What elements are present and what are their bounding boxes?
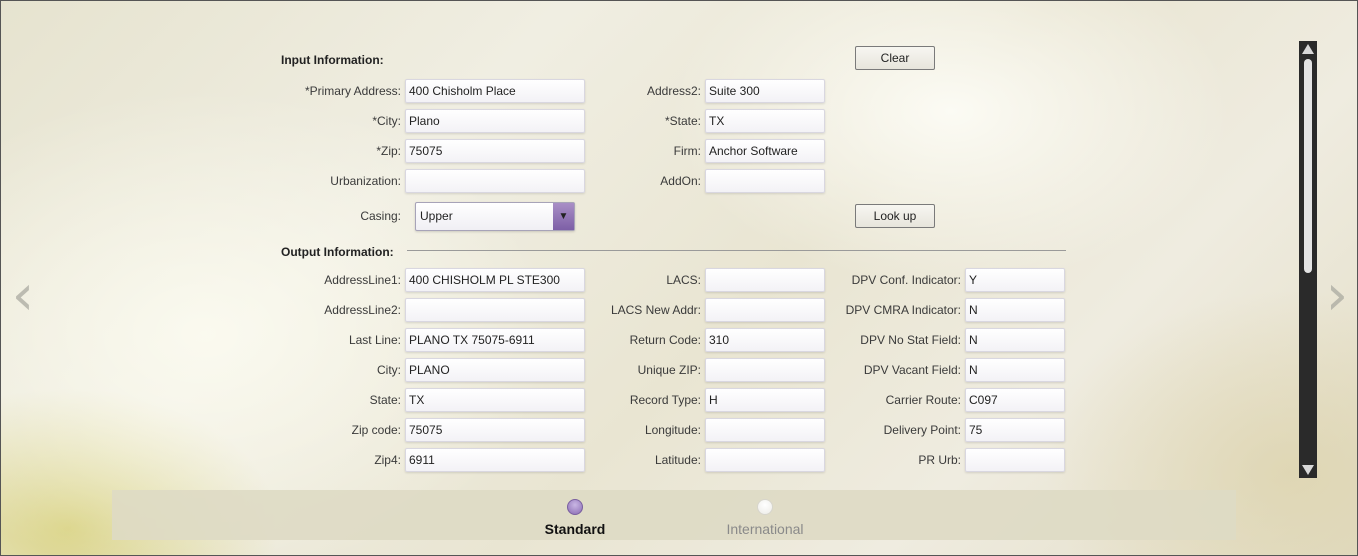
output-field-label: AddressLine2: <box>324 303 401 317</box>
output-field-value[interactable]: C097 <box>965 388 1065 412</box>
scroll-down-icon[interactable] <box>1302 465 1314 475</box>
footer-tab-bar <box>112 490 1236 540</box>
addon-label: AddOn: <box>660 174 701 188</box>
address2-input[interactable]: Suite 300 <box>705 79 825 103</box>
casing-selected-value: Upper <box>420 209 453 223</box>
output-field-label: Carrier Route: <box>885 393 961 407</box>
output-field-value[interactable]: 75 <box>965 418 1065 442</box>
section-divider <box>407 250 1066 251</box>
primary-address-input[interactable]: 400 Chisholm Place <box>405 79 585 103</box>
primary-address-label: *Primary Address: <box>304 84 401 98</box>
output-field-value[interactable]: N <box>965 358 1065 382</box>
output-field-value[interactable] <box>965 448 1065 472</box>
output-field-label: DPV Vacant Field: <box>863 363 961 377</box>
input-section-title: Input Information: <box>281 53 384 67</box>
look-up-button[interactable]: Look up <box>855 204 935 228</box>
output-field-value[interactable] <box>705 358 825 382</box>
output-field-value[interactable] <box>405 298 585 322</box>
tab-standard[interactable]: Standard <box>505 521 645 537</box>
tab-standard-indicator[interactable] <box>567 499 583 515</box>
output-field-label: State: <box>369 393 401 407</box>
urbanization-input[interactable] <box>405 169 585 193</box>
output-field-value[interactable]: 310 <box>705 328 825 352</box>
triangle-down-icon[interactable]: ▼ <box>553 203 574 230</box>
urbanization-label: Urbanization: <box>330 174 401 188</box>
output-field-value[interactable] <box>705 418 825 442</box>
output-field-value[interactable]: TX <box>405 388 585 412</box>
output-field-label: PR Urb: <box>918 453 961 467</box>
state-label: *State: <box>664 114 701 128</box>
output-field-value[interactable] <box>705 448 825 472</box>
firm-input[interactable]: Anchor Software <box>705 139 825 163</box>
firm-label: Firm: <box>673 144 701 158</box>
chevron-left-icon[interactable]: ‹ <box>3 268 43 324</box>
tab-international[interactable]: International <box>695 521 835 537</box>
output-field-label: AddressLine1: <box>324 273 401 287</box>
scroll-thumb[interactable] <box>1304 59 1312 273</box>
tab-international-indicator[interactable] <box>757 499 773 515</box>
output-field-label: Unique ZIP: <box>637 363 701 377</box>
output-field-label: Longitude: <box>644 423 701 437</box>
output-field-label: DPV No Stat Field: <box>860 333 961 347</box>
output-field-label: LACS: <box>666 273 701 287</box>
output-field-label: Zip code: <box>351 423 401 437</box>
output-field-value[interactable]: 75075 <box>405 418 585 442</box>
scroll-up-icon[interactable] <box>1302 44 1314 54</box>
output-field-label: DPV CMRA Indicator: <box>845 303 961 317</box>
output-field-value[interactable]: N <box>965 328 1065 352</box>
output-field-label: Record Type: <box>629 393 701 407</box>
addon-input[interactable] <box>705 169 825 193</box>
output-section-title: Output Information: <box>281 245 394 259</box>
casing-label: Casing: <box>360 209 401 223</box>
output-field-value[interactable]: H <box>705 388 825 412</box>
output-field-label: DPV Conf. Indicator: <box>851 273 961 287</box>
output-field-value[interactable] <box>705 268 825 292</box>
output-field-label: Return Code: <box>629 333 701 347</box>
output-field-value[interactable]: PLANO TX 75075-6911 <box>405 328 585 352</box>
zip-label: *Zip: <box>376 144 401 158</box>
output-field-label: Latitude: <box>654 453 701 467</box>
output-field-label: LACS New Addr: <box>610 303 701 317</box>
output-field-value[interactable]: 400 CHISHOLM PL STE300 <box>405 268 585 292</box>
address2-label: Address2: <box>646 84 701 98</box>
output-field-value[interactable]: N <box>965 298 1065 322</box>
clear-button[interactable]: Clear <box>855 46 935 70</box>
chevron-right-icon[interactable]: › <box>1317 268 1357 324</box>
output-field-label: Zip4: <box>374 453 401 467</box>
city-input[interactable]: Plano <box>405 109 585 133</box>
output-field-label: Last Line: <box>348 333 401 347</box>
output-field-value[interactable]: PLANO <box>405 358 585 382</box>
state-input[interactable]: TX <box>705 109 825 133</box>
output-field-label: City: <box>377 363 401 377</box>
casing-dropdown[interactable]: Upper ▼ <box>415 202 575 231</box>
output-field-value[interactable]: Y <box>965 268 1065 292</box>
zip-input[interactable]: 75075 <box>405 139 585 163</box>
vertical-scrollbar[interactable] <box>1299 41 1317 478</box>
output-field-value[interactable]: 6911 <box>405 448 585 472</box>
city-label: *City: <box>372 114 401 128</box>
output-field-label: Delivery Point: <box>883 423 961 437</box>
output-field-value[interactable] <box>705 298 825 322</box>
